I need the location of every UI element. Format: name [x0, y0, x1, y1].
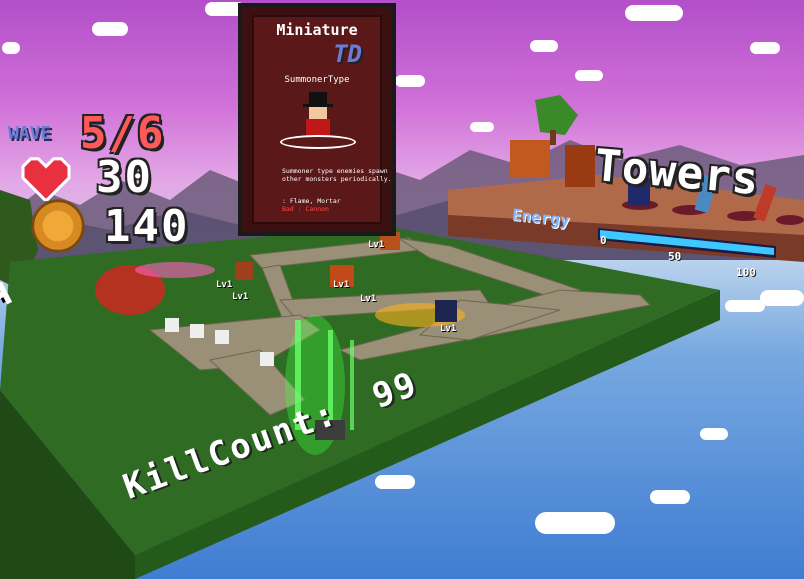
lives-value: 30 [96, 152, 153, 203]
summoner-icon [303, 92, 333, 137]
card-title: Miniature [276, 21, 358, 39]
tower-level-label: Lv1 [440, 324, 457, 334]
heart-icon [21, 156, 71, 201]
coin-icon [31, 199, 85, 253]
wave-icon: WAVE [8, 122, 52, 144]
energy-tick-0: 0 [600, 234, 607, 247]
card-good-against: : Flame, Mortar [282, 197, 341, 205]
tower-level-label: Lv1 [216, 280, 233, 290]
coins-value: 140 [104, 200, 190, 252]
card-subtitle: TD [333, 40, 362, 68]
summon-circle [280, 135, 356, 149]
game-board [0, 95, 804, 579]
game-scene: WAVE 5/6 30 140 Miniature TD SummonerTyp… [0, 0, 804, 579]
coins-counter: 140 [30, 198, 189, 254]
card-weakness: : Flame, Mortar Bad : Cannon [282, 197, 400, 213]
tower-level-label: Lv1 [232, 292, 249, 302]
tower-level-label: Lv1 [333, 280, 350, 290]
tower-level-label: Lv1 [360, 294, 377, 304]
enemy-info-card: Miniature TD SummonerType Summoner type … [238, 3, 396, 236]
energy-tick-100: 100 [736, 266, 756, 279]
energy-tick-50: 50 [668, 250, 682, 263]
card-enemy-type: SummonerType [284, 75, 350, 85]
lives-counter: 30 [18, 152, 153, 203]
card-bad-against: Bad : Cannon [282, 205, 329, 213]
tower-level-label: Lv1 [368, 240, 385, 250]
card-description: Summoner type enemies spawn other monste… [282, 167, 392, 183]
